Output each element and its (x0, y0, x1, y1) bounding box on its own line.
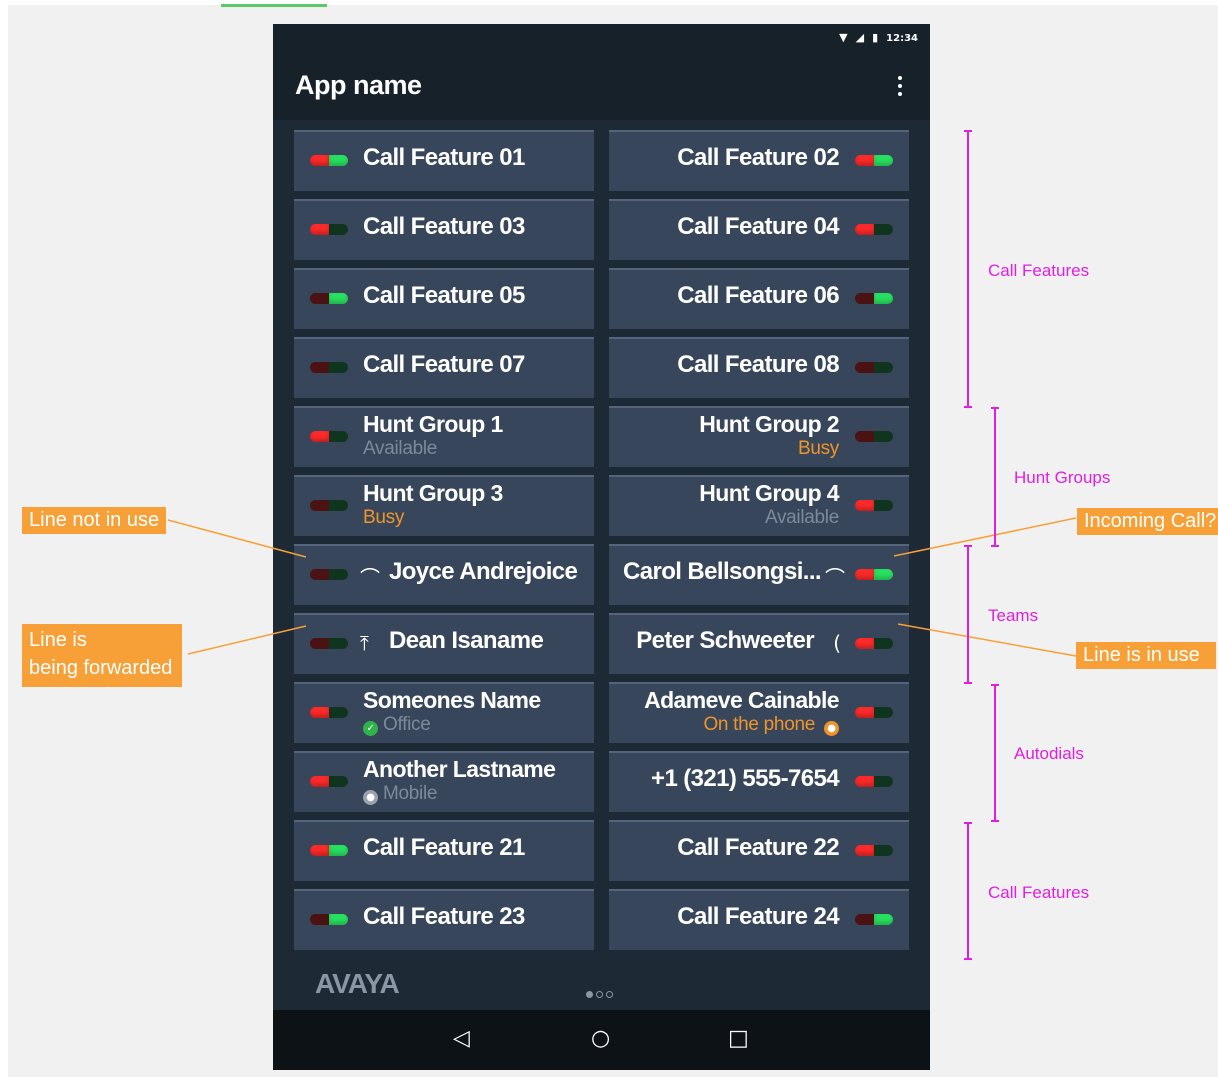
bracket-label: Call Features (988, 261, 1090, 280)
bracket-label: Teams (988, 606, 1039, 625)
bracket-label: Call Features (988, 883, 1090, 902)
bracket-call-features-top (964, 130, 972, 408)
bracket-hunt-groups (991, 407, 999, 547)
bracket-call-features-bottom (964, 822, 972, 960)
callout-line-not-in-use: Line not in use (22, 507, 167, 534)
bracket-teams (964, 545, 972, 684)
callout-line-in-use: Line is in use (1076, 642, 1216, 669)
callout-line-forwarded: Line is being forwarded (22, 624, 182, 687)
callout-text: Line is (29, 629, 87, 651)
callout-text: being forwarded (29, 657, 173, 679)
callout-leader-lines (167, 517, 1077, 657)
bracket-autodials (991, 684, 999, 822)
bracket-label: Autodials (1014, 744, 1084, 763)
callout-incoming-call: Incoming Call? (1077, 508, 1218, 535)
bracket-label: Hunt Groups (1014, 468, 1111, 487)
